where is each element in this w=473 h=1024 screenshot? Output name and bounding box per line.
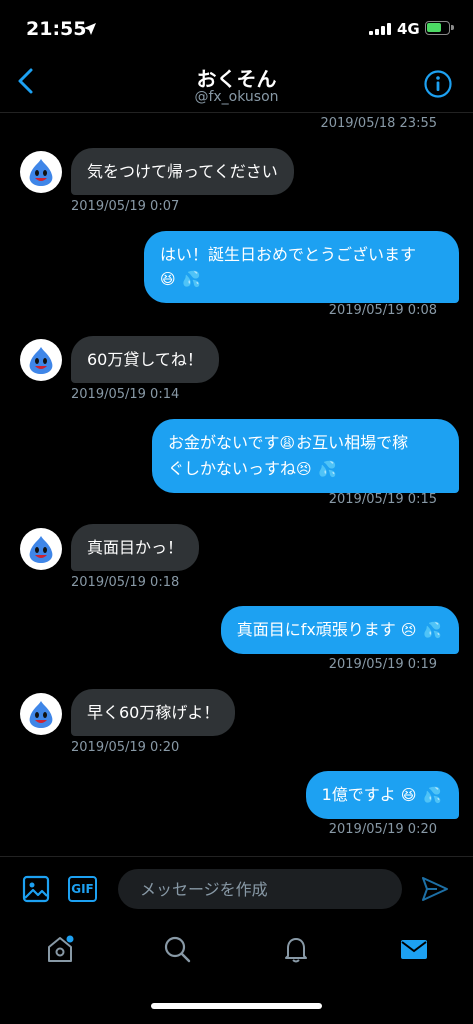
message-timestamp: 2019/05/19 0:15 <box>328 492 437 507</box>
gif-button[interactable]: GIF <box>68 876 97 902</box>
conversation-title[interactable]: おくそん <box>0 63 473 92</box>
notifications-icon[interactable] <box>281 934 311 964</box>
slime-avatar-icon <box>29 536 53 563</box>
incoming-message-bubble[interactable]: 早く60万稼げよ！ <box>71 689 236 736</box>
battery-icon <box>425 21 454 35</box>
message-text: お互い相場で稼 <box>296 433 409 452</box>
info-icon[interactable] <box>423 69 453 99</box>
incoming-message-bubble[interactable]: 真面目かっ！ <box>71 524 200 571</box>
location-arrow-icon <box>84 23 96 35</box>
conversation-header: おくそん @fx_okuson <box>0 58 473 113</box>
message-text: 気をつけて帰ってください <box>87 162 278 181</box>
incoming-message-bubble[interactable]: 気をつけて帰ってください <box>71 148 294 195</box>
status-bar: 21:55 4G <box>0 0 473 60</box>
cellular-signal-icon <box>369 23 391 35</box>
outgoing-message-bubble[interactable]: はい！誕生日おめでとうございます 😆 💦 <box>144 231 459 303</box>
incoming-message-bubble[interactable]: 60万貸してね！ <box>71 336 219 383</box>
send-icon[interactable] <box>421 876 449 902</box>
message-composer: GIF <box>0 856 473 920</box>
message-text: はい！誕生日おめでとうございます <box>160 245 417 264</box>
message-timestamp: 2019/05/19 0:20 <box>71 740 180 755</box>
message-text: 1億ですよ <box>321 785 396 804</box>
message-text: 真面目にfx頑張ります <box>236 620 396 639</box>
message-text: お金がないです <box>168 433 280 452</box>
message-timestamp: 2019/05/19 0:20 <box>328 822 437 837</box>
message-timestamp: 2019/05/18 23:55 <box>320 116 437 131</box>
outgoing-message-bubble[interactable]: 1億ですよ 😆 💦 <box>305 771 459 819</box>
message-emoji: 😆 💦 <box>160 270 203 288</box>
avatar[interactable] <box>20 693 62 735</box>
message-text: 早く60万稼げよ！ <box>87 703 220 722</box>
home-icon[interactable] <box>45 934 75 964</box>
slime-avatar-icon <box>29 701 53 728</box>
avatar[interactable] <box>20 528 62 570</box>
message-emoji: 😣 💦 <box>296 460 339 478</box>
message-timestamp: 2019/05/19 0:18 <box>71 575 180 590</box>
message-emoji: 😩 <box>279 434 297 452</box>
message-text: 真面目かっ！ <box>87 538 184 557</box>
message-timestamp: 2019/05/19 0:19 <box>328 657 437 672</box>
avatar[interactable] <box>20 151 62 193</box>
slime-avatar-icon <box>29 159 53 186</box>
messages-icon[interactable] <box>399 934 429 964</box>
conversation-handle[interactable]: @fx_okuson <box>0 89 473 105</box>
status-time: 21:55 <box>26 18 87 40</box>
image-icon[interactable] <box>22 875 50 903</box>
search-icon[interactable] <box>162 934 192 964</box>
outgoing-message-bubble[interactable]: 真面目にfx頑張ります 😣 💦 <box>220 606 459 654</box>
message-input[interactable] <box>118 869 402 909</box>
message-timestamp: 2019/05/19 0:08 <box>328 303 437 318</box>
network-type: 4G <box>397 20 420 38</box>
message-text: 60万貸してね！ <box>87 350 203 369</box>
message-text: ぐしかないっすね <box>168 459 297 478</box>
outgoing-message-bubble[interactable]: お金がないです😩お互い相場で稼 ぐしかないっすね😣 💦 <box>152 419 459 493</box>
message-timestamp: 2019/05/19 0:14 <box>71 387 180 402</box>
message-emoji: 😆 💦 <box>400 786 443 804</box>
avatar[interactable] <box>20 339 62 381</box>
notification-dot-icon <box>66 935 74 943</box>
slime-avatar-icon <box>29 347 53 374</box>
message-emoji: 😣 💦 <box>400 621 443 639</box>
home-indicator[interactable] <box>151 1003 322 1009</box>
message-timestamp: 2019/05/19 0:07 <box>71 199 180 214</box>
